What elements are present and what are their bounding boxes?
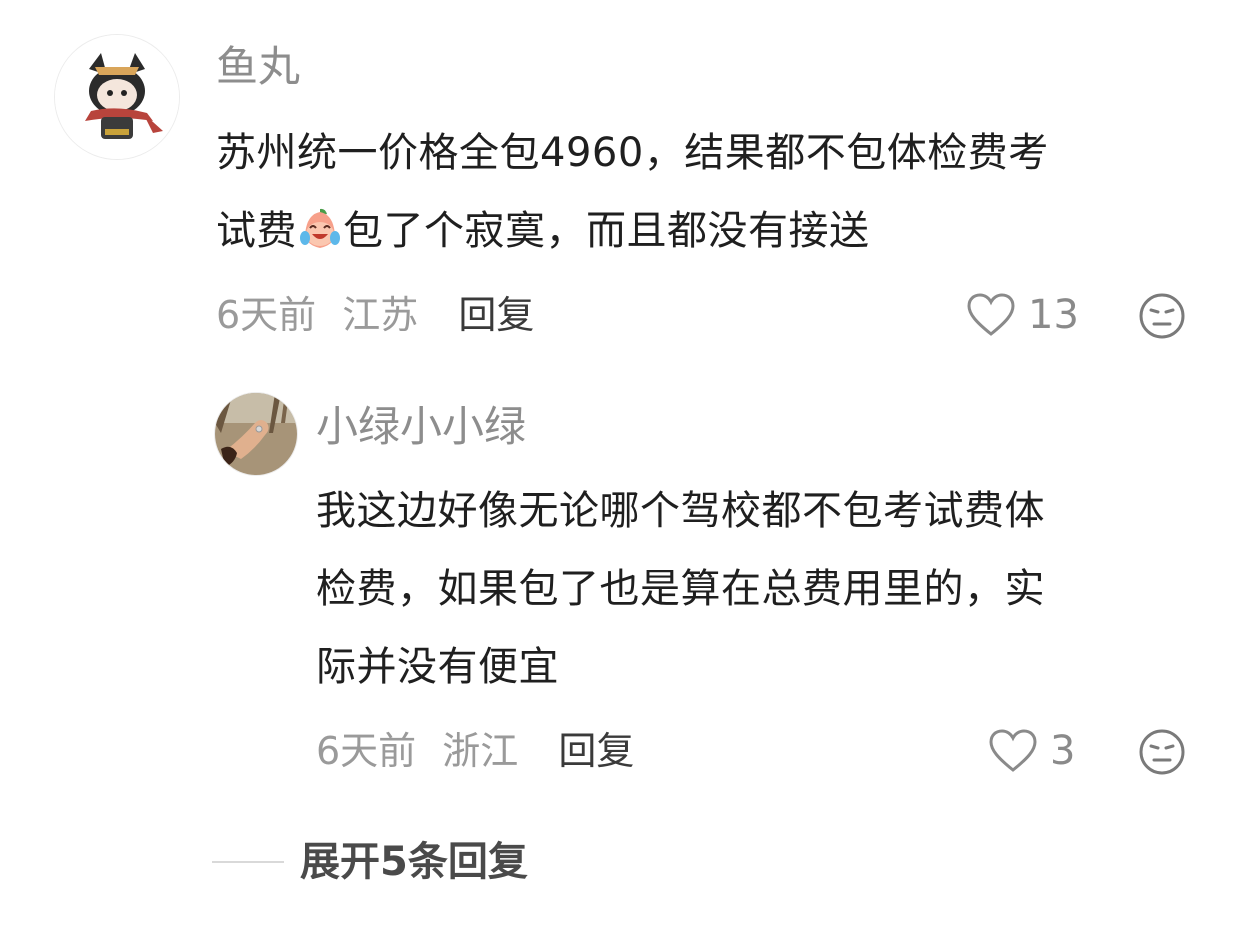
timestamp: 6天前	[216, 293, 317, 337]
reply-meta: 6天前 浙江 回复	[316, 728, 634, 774]
username[interactable]: 鱼丸	[216, 42, 300, 92]
like-count: 3	[1050, 728, 1076, 774]
reply-button[interactable]: 回复	[458, 293, 534, 337]
comment-text-segment: 试费	[216, 208, 297, 254]
like-count: 13	[1028, 292, 1079, 338]
like-button[interactable]: 3	[988, 728, 1075, 774]
avatar[interactable]	[54, 34, 180, 160]
comment-text-segment: 包了个寂寞，而且都没有接送	[343, 208, 870, 254]
comment-text-line: 试费 包了个寂寞，而且都没有接送	[216, 192, 1226, 270]
reply-text-line: 检费，如果包了也是算在总费用里的，实	[316, 566, 1045, 612]
crying-laughing-peach-emoji-icon	[300, 208, 340, 248]
location: 江苏	[342, 293, 419, 337]
neutral-face-icon[interactable]	[1138, 292, 1186, 340]
reply-text-line: 我这边好像无论哪个驾校都不包考试费体	[316, 488, 1045, 534]
location: 浙江	[442, 729, 519, 773]
avatar[interactable]	[214, 392, 298, 476]
cartoon-character-avatar-image	[55, 35, 179, 159]
username[interactable]: 小绿小小绿	[316, 402, 526, 452]
reply-button[interactable]: 回复	[558, 729, 634, 773]
divider	[212, 861, 284, 863]
reply-text-line: 际并没有便宜	[316, 644, 559, 690]
heart-outline-icon	[989, 729, 1037, 772]
reply-item: 小绿小小绿 我这边好像无论哪个驾校都不包考试费体 检费，如果包了也是算在总费用里…	[0, 380, 1260, 800]
timestamp: 6天前	[316, 729, 417, 773]
reply-text: 我这边好像无论哪个驾校都不包考试费体 检费，如果包了也是算在总费用里的，实 际并…	[316, 472, 1216, 706]
expand-replies-button[interactable]: 展开5条回复	[212, 838, 528, 886]
expand-replies-label: 展开5条回复	[300, 839, 528, 885]
comment-meta: 6天前 江苏 回复	[216, 292, 534, 338]
comment-text-line: 苏州统一价格全包4960，结果都不包体检费考	[216, 130, 1049, 176]
comment-text: 苏州统一价格全包4960，结果都不包体检费考 试费 包了个寂寞，而且都没有接送	[216, 114, 1226, 270]
hand-photo-avatar-image	[215, 393, 297, 475]
comment-item: 鱼丸 苏州统一价格全包4960，结果都不包体检费考 试费 包了个寂寞，而且都没有…	[0, 0, 1260, 360]
like-button[interactable]: 13	[966, 292, 1079, 338]
heart-outline-icon	[967, 293, 1015, 336]
neutral-face-icon[interactable]	[1138, 728, 1186, 776]
